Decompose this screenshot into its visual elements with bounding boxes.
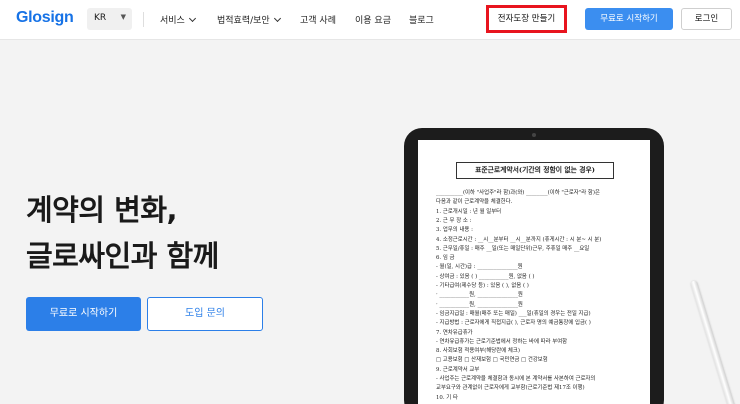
glosign-logo[interactable]: Glosign (16, 9, 74, 27)
top-header: Glosign KR ▼ 서비스 법적효력/보안 고객 사례 이용 요금 블로그… (0, 0, 740, 40)
document-line: 2. 근 무 장 소 : (436, 217, 472, 224)
document-title: 표준근로계약서(기간의 정함이 없는 경우) (456, 162, 614, 179)
document-line: - 월(일, 시간)급 : _______________원 (436, 264, 523, 271)
document-line: 다음과 같이 근로계약을 체결한다. (436, 199, 513, 206)
document-line: 3. 업무의 내용 : (436, 227, 473, 234)
tablet-mockup: 표준근로계약서(기간의 정함이 없는 경우) __________(이하 "사업… (404, 128, 664, 404)
document-line: · ___________원, _______________원 (436, 301, 523, 308)
document-line: 8. 사회보험 적용여부(해당란에 체크) (436, 348, 520, 355)
nav-pricing-label: 이용 요금 (355, 16, 391, 26)
caret-down-icon: ▼ (120, 13, 126, 21)
header-divider (143, 12, 144, 27)
language-value: KR (94, 13, 107, 23)
language-select[interactable]: KR ▼ (87, 8, 132, 30)
hero-title-line1: 계약의 변화, (26, 193, 178, 227)
document-line: 4. 소정근로시간 : __시__분부터 __시__분까지 (휴게시간 : 시 … (436, 236, 602, 243)
create-seal-button[interactable]: 전자도장 만들기 (486, 5, 567, 33)
document-line: - 상여금 : 있음 ( ) ___________원, 없음 ( ) (436, 273, 535, 280)
document-line: 10. 기 타 (436, 394, 458, 401)
chevron-down-icon (188, 14, 196, 23)
document-line: □ 고용보험 □ 산재보험 □ 국민연금 □ 건강보험 (436, 357, 548, 364)
login-button[interactable]: 로그인 (681, 8, 732, 30)
nav-legal-security[interactable]: 법적효력/보안 (217, 13, 281, 26)
document-line: - 지급방법 : 근로자에게 직접지급( ), 근로자 명의 예금통장에 입금(… (436, 320, 591, 327)
nav-blog[interactable]: 블로그 (409, 13, 434, 26)
nav-legal-security-label: 법적효력/보안 (217, 16, 270, 26)
document-line: - 사업주는 근로계약을 체결함과 동시에 본 계약서를 사본하여 근로자의 (436, 376, 596, 382)
nav-blog-label: 블로그 (409, 16, 434, 26)
nav-service-label: 서비스 (160, 16, 185, 26)
document-line: 교부요구와 관계없이 근로자에게 교부함(근로기준법 제17조 이행) (436, 385, 585, 392)
nav-customer-cases-label: 고객 사례 (300, 16, 336, 26)
camera-dot (532, 133, 536, 137)
document-line: 5. 근무일/휴일 : 매주 __일(또는 매일단위)근무, 주휴일 매주 __… (436, 245, 590, 252)
document-line: 1. 근로개시일 : 년 월 일부터 (436, 208, 502, 215)
document-line: 6. 임 금 (436, 255, 455, 262)
nav-customer-cases[interactable]: 고객 사례 (300, 13, 336, 26)
document-line: 7. 연차유급휴가 (436, 329, 473, 336)
document-line: - 임금지급일 : 매월(매주 또는 매일) ___일(휴일의 경우는 전일 지… (436, 310, 591, 317)
document-line: · ___________원, _______________원 (436, 292, 523, 299)
hero-title: 계약의 변화, 글로싸인과 함께 (26, 187, 219, 279)
document-line: __________(이하 "사업주"라 함)과(와) ________(이하 … (436, 190, 600, 196)
stylus-pen (690, 279, 738, 404)
hero-title-line2: 글로싸인과 함께 (26, 239, 219, 273)
document-line: - 연차유급휴가는 근로기준법에서 정하는 바에 따라 부여함 (436, 338, 568, 345)
document-line: 9. 근로계약서 교부 (436, 366, 480, 373)
nav-pricing[interactable]: 이용 요금 (355, 13, 391, 26)
start-free-button-hero[interactable]: 무료로 시작하기 (26, 297, 141, 331)
contract-document: 표준근로계약서(기간의 정함이 없는 경우) __________(이하 "사업… (418, 140, 650, 404)
chevron-down-icon (273, 14, 281, 23)
inquiry-button[interactable]: 도입 문의 (147, 297, 263, 331)
nav-service[interactable]: 서비스 (160, 13, 196, 26)
document-line: - 기타급여(제수당 등) : 있음 ( ), 없음 ( ) (436, 283, 529, 289)
start-free-button-header[interactable]: 무료로 시작하기 (585, 8, 673, 30)
